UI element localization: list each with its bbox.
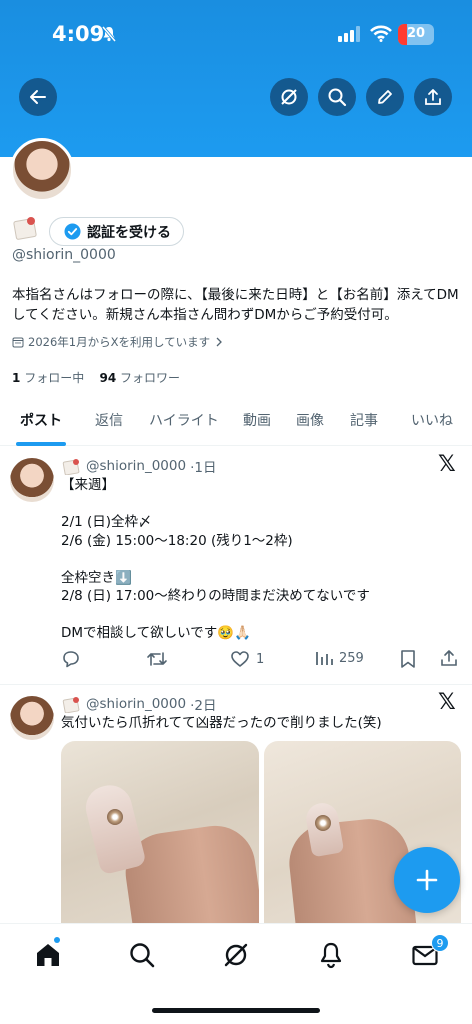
calendar-icon bbox=[12, 337, 24, 348]
get-verified-button[interactable]: 認証を受ける bbox=[49, 217, 184, 246]
tab-replies[interactable]: 返信 bbox=[95, 410, 123, 430]
post-text: 気付いたら爪折れてて凶器だったので削りました(笑) bbox=[61, 715, 382, 731]
tab-posts[interactable]: ポスト bbox=[20, 410, 62, 430]
image-content bbox=[315, 815, 331, 831]
search-icon bbox=[328, 88, 347, 107]
arrow-left-icon bbox=[30, 90, 46, 104]
image-content bbox=[107, 809, 123, 825]
post-text: 【来週】 2/1 (日)全枠〆 2/6 (金) 15:00〜18:20 (残り1… bbox=[61, 477, 370, 641]
messages-badge: 9 bbox=[431, 934, 449, 952]
view-count: 259 bbox=[339, 650, 364, 666]
profile-tabs: ポスト 返信 ハイライト 動画 画像 記事 いいね bbox=[0, 400, 472, 446]
verified-badge-icon bbox=[64, 223, 81, 240]
share-icon bbox=[441, 650, 457, 666]
tab-highlights[interactable]: ハイライト bbox=[149, 410, 219, 430]
followers-label: フォロワー bbox=[120, 371, 181, 385]
x-logo-icon: 𝕏 bbox=[438, 690, 456, 715]
post-divider bbox=[0, 684, 472, 685]
active-tab-indicator bbox=[16, 442, 66, 446]
share-post-button[interactable] bbox=[440, 649, 458, 667]
grok-button[interactable] bbox=[270, 78, 308, 116]
x-logo-icon: 𝕏 bbox=[438, 452, 456, 477]
post-handle[interactable]: @shiorin_0000 bbox=[86, 696, 186, 712]
views-button[interactable]: 259 bbox=[315, 649, 364, 667]
search-icon[interactable] bbox=[127, 940, 157, 970]
chevron-right-icon bbox=[216, 337, 223, 347]
joined-date[interactable]: 2026年1月からXを利用しています bbox=[12, 334, 224, 350]
share-icon bbox=[425, 89, 441, 105]
followers-count: 94 bbox=[99, 371, 117, 385]
signal-icon bbox=[338, 26, 360, 42]
tab-likes[interactable]: いいね bbox=[411, 410, 453, 430]
like-button[interactable]: 1 bbox=[230, 649, 264, 669]
wifi-icon bbox=[370, 25, 392, 42]
pencil-icon bbox=[378, 90, 392, 104]
plus-icon bbox=[416, 869, 438, 891]
bookmark-button[interactable] bbox=[399, 649, 417, 669]
following-count: 1 bbox=[12, 371, 21, 385]
image-content bbox=[81, 780, 147, 876]
repost-button[interactable] bbox=[146, 649, 168, 669]
post-image[interactable] bbox=[61, 741, 259, 941]
post-avatar[interactable] bbox=[10, 458, 54, 502]
bio-line: 本指名さんはフォローの際に､【最後に来た日時】と【お名前】添えてDM bbox=[12, 287, 459, 303]
home-unread-dot bbox=[54, 937, 60, 943]
share-button[interactable] bbox=[414, 78, 452, 116]
joined-text: 2026年1月からXを利用しています bbox=[28, 335, 211, 349]
post-actions: 1 259 bbox=[61, 649, 461, 671]
post-handle[interactable]: @shiorin_0000 bbox=[86, 458, 186, 474]
display-name-emoji bbox=[62, 697, 80, 713]
battery-indicator: 20 bbox=[398, 24, 434, 45]
home-icon[interactable] bbox=[33, 940, 63, 970]
follow-counts: 1 フォロー中 94 フォロワー bbox=[12, 369, 180, 386]
bio-line: してください。新規さん本指さん問わずDMからご予約受付可。 bbox=[12, 307, 398, 323]
bell-icon[interactable] bbox=[316, 940, 346, 970]
status-time: 4:09 bbox=[52, 22, 105, 46]
compose-post-button[interactable] bbox=[394, 847, 460, 913]
views-icon bbox=[316, 652, 333, 665]
tab-articles[interactable]: 記事 bbox=[350, 410, 378, 430]
post-avatar[interactable] bbox=[10, 696, 54, 740]
search-button[interactable] bbox=[318, 78, 356, 116]
display-name-emoji bbox=[13, 217, 37, 240]
reply-icon bbox=[63, 651, 79, 668]
following-link[interactable]: 1 フォロー中 bbox=[12, 371, 84, 385]
status-bar: 4:09 20 bbox=[0, 0, 472, 68]
followers-link[interactable]: 94 フォロワー bbox=[99, 371, 180, 385]
tab-videos[interactable]: 動画 bbox=[243, 410, 271, 430]
like-count: 1 bbox=[256, 651, 265, 667]
get-verified-label: 認証を受ける bbox=[87, 224, 171, 241]
heart-icon bbox=[231, 651, 249, 667]
post-header: @shiorin_0000 ·2日 bbox=[62, 694, 216, 714]
battery-level: 20 bbox=[406, 26, 426, 41]
reply-button[interactable] bbox=[61, 649, 81, 669]
profile-handle: @shiorin_0000 bbox=[12, 247, 116, 263]
repost-icon bbox=[147, 652, 167, 666]
back-button[interactable] bbox=[19, 78, 57, 116]
profile-bio: 本指名さんはフォローの際に､【最後に来た日時】と【お名前】添えてDM してくださ… bbox=[12, 285, 462, 325]
display-name-emoji bbox=[62, 459, 80, 475]
bell-muted-icon bbox=[101, 26, 117, 42]
tab-media[interactable]: 画像 bbox=[296, 410, 324, 430]
following-label: フォロー中 bbox=[24, 371, 85, 385]
edit-profile-button[interactable] bbox=[366, 78, 404, 116]
grok-icon bbox=[281, 89, 297, 105]
grok-icon[interactable] bbox=[221, 940, 251, 970]
home-indicator bbox=[152, 1008, 320, 1013]
post-time[interactable]: ·2日 bbox=[190, 694, 216, 714]
bookmark-icon bbox=[401, 650, 415, 668]
post-header: @shiorin_0000 ·1日 bbox=[62, 456, 216, 476]
profile-avatar[interactable] bbox=[10, 138, 74, 202]
post-time[interactable]: ·1日 bbox=[190, 456, 216, 476]
